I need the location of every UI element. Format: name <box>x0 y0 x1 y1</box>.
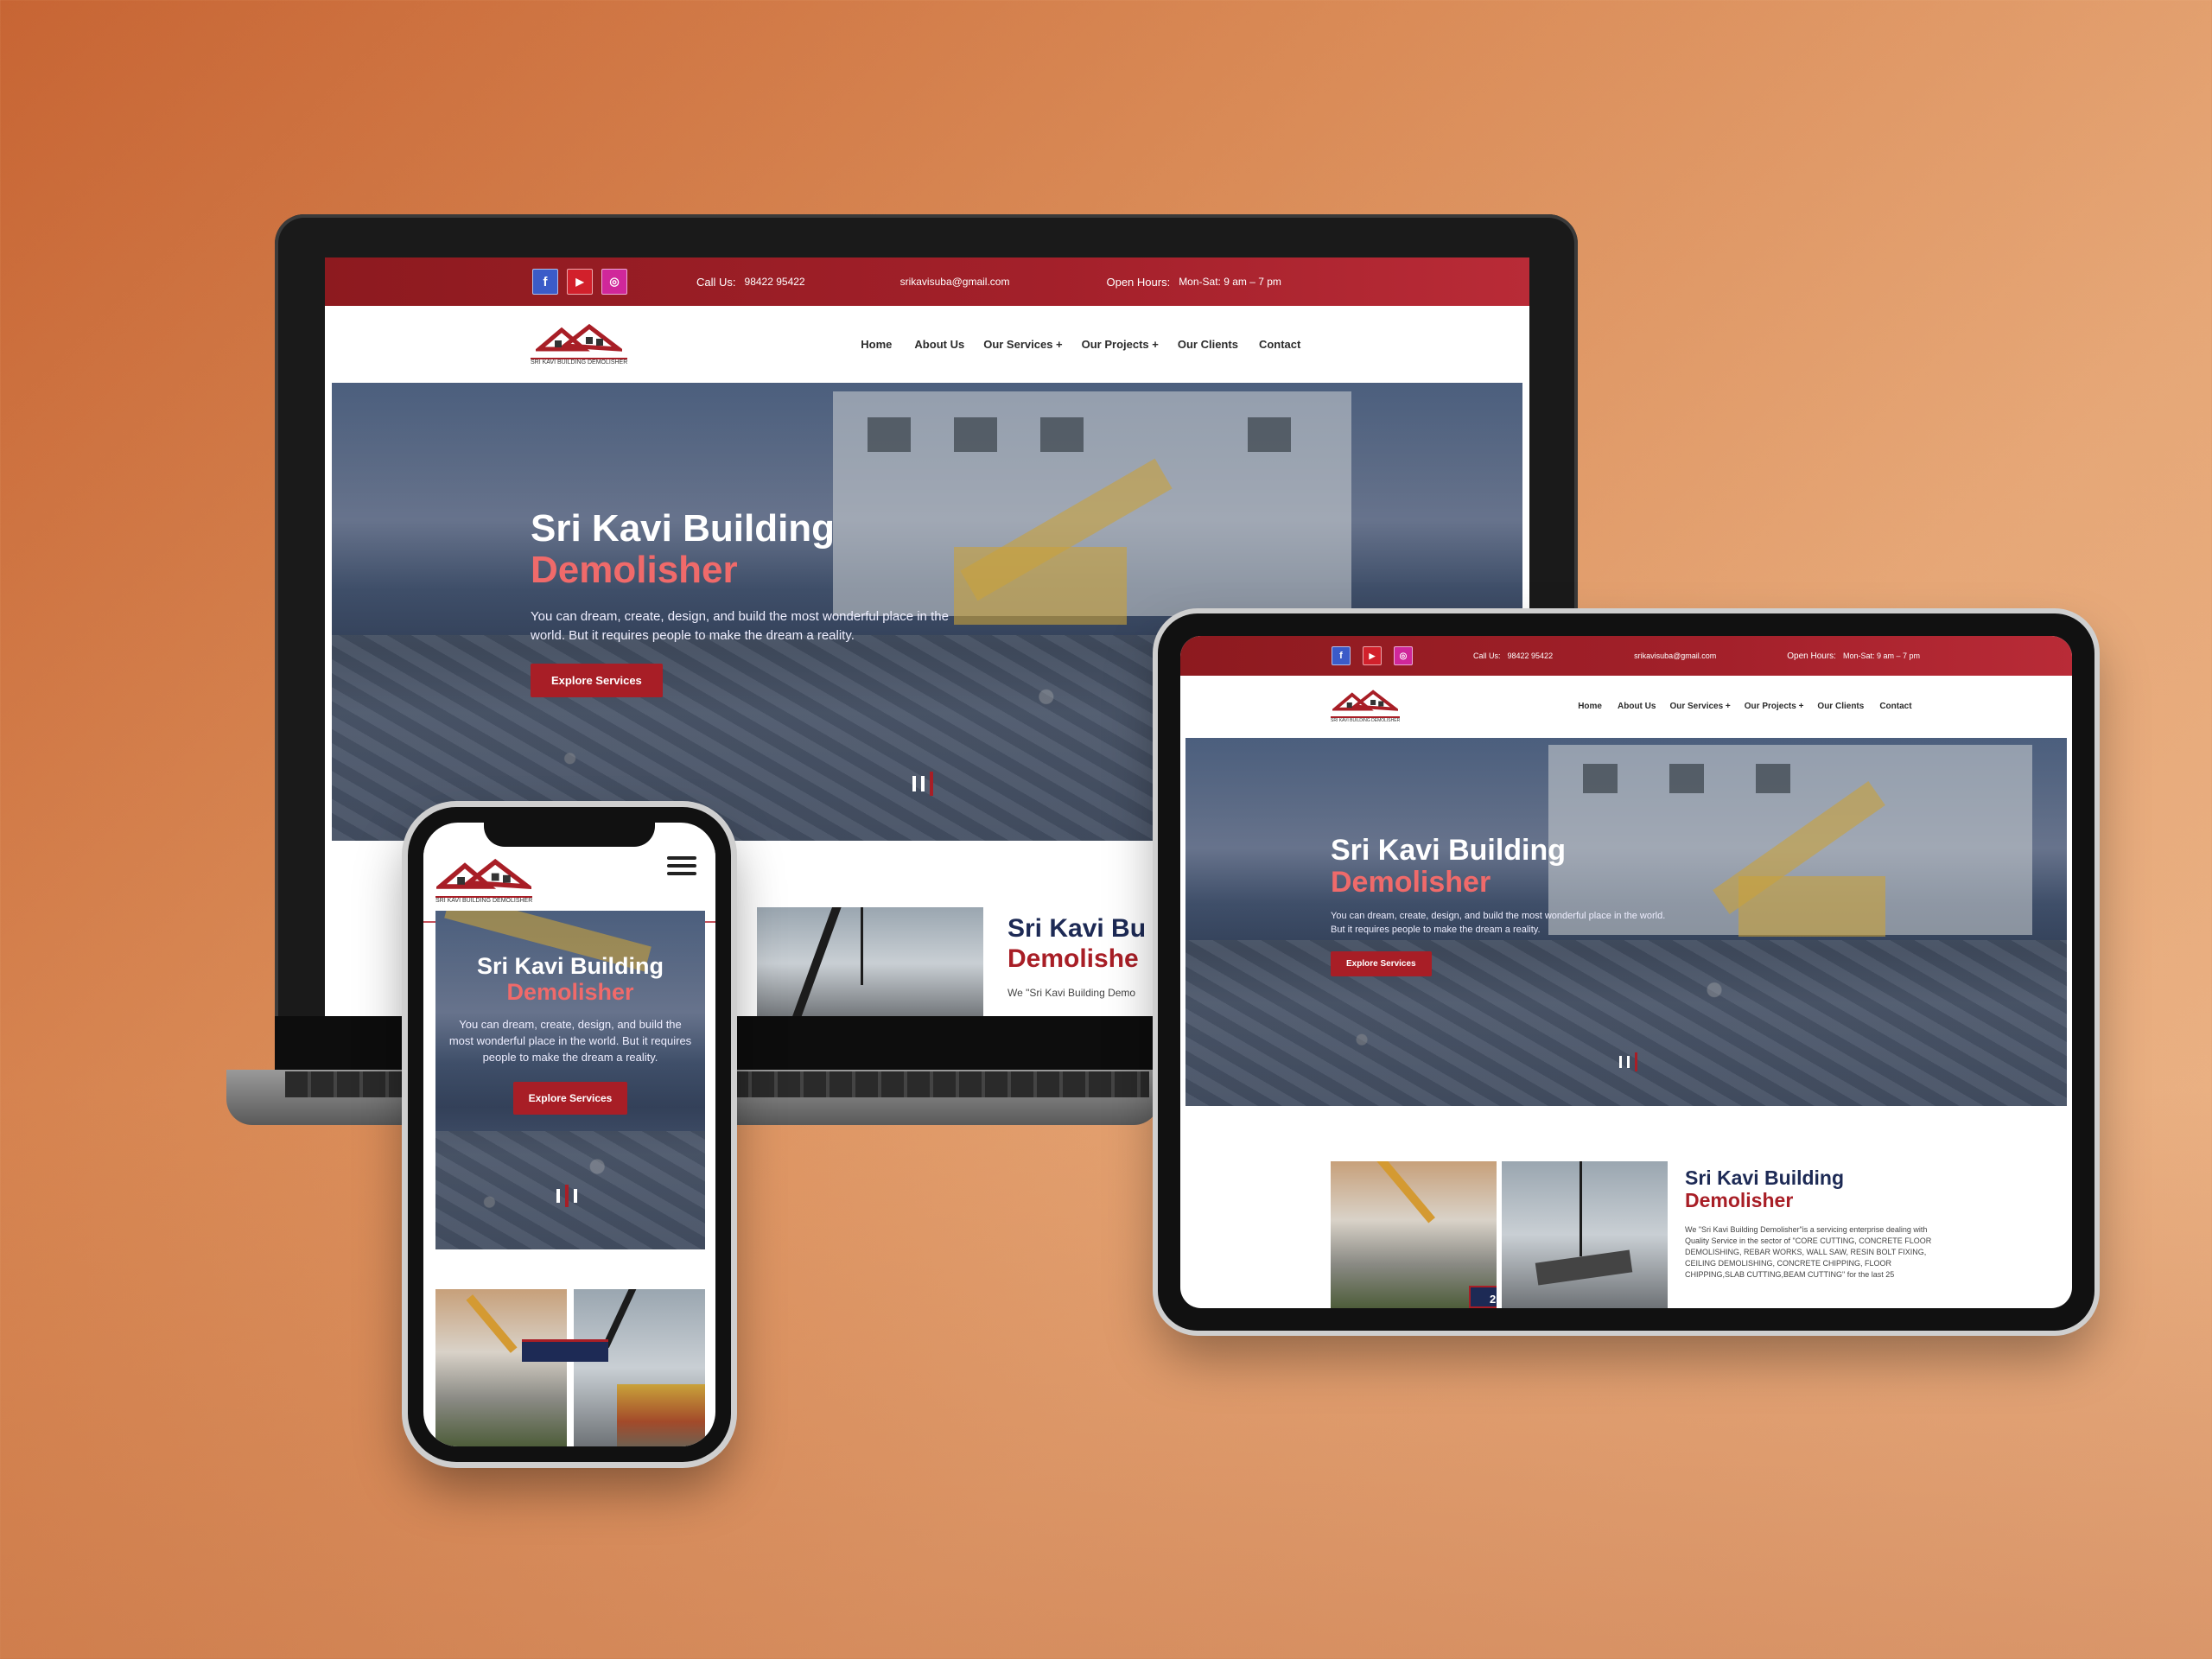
hours-label: Open Hours: <box>1787 651 1836 661</box>
nav-home[interactable]: Home <box>861 338 892 351</box>
nav-contact[interactable]: Contact <box>1879 702 1911 711</box>
hero-text: You can dream, create, design, and build… <box>448 1018 692 1065</box>
house-logo-icon <box>1332 690 1399 711</box>
youtube-icon[interactable]: ▶ <box>1363 646 1382 665</box>
about-title-highlight: Demolisher <box>1685 1189 1794 1212</box>
facebook-icon[interactable]: f <box>1332 646 1351 665</box>
email-link[interactable]: srikavisuba@gmail.com <box>1634 652 1716 660</box>
hours-label: Open Hours: <box>1106 275 1171 289</box>
hero-title: Sri Kavi Building <box>1331 834 1567 867</box>
hero-content: Sri Kavi Building Demolisher You can dre… <box>1331 834 1676 976</box>
hamburger-menu-icon[interactable] <box>667 855 697 880</box>
house-logo-icon <box>436 858 532 889</box>
site-logo[interactable]: SRI KAVI BUILDING DEMOLISHER <box>531 323 628 365</box>
phone-number[interactable]: 98422 95422 <box>1508 652 1554 660</box>
pause-icon[interactable] <box>1619 1052 1637 1071</box>
about-text: We "Sri Kavi Building Demo <box>1007 987 1136 999</box>
hours-value: Mon-Sat: 9 am – 7 pm <box>1179 276 1281 288</box>
about-photo-demolition: 25+ <box>1331 1161 1497 1308</box>
house-logo-icon <box>536 323 623 352</box>
logo-caption: SRI KAVI BUILDING DEMOLISHER <box>1331 716 1401 723</box>
hero-banner: Sri Kavi Building Demolisher You can dre… <box>435 911 705 1249</box>
experience-badge <box>522 1339 608 1362</box>
about-photo-crane <box>1502 1161 1668 1308</box>
nav-projects[interactable]: Our Projects + <box>1745 702 1804 711</box>
email-link[interactable]: srikavisuba@gmail.com <box>900 276 1010 288</box>
logo-caption: SRI KAVI BUILDING DEMOLISHER <box>435 895 533 904</box>
about-heading: Sri Kavi Bu Demolishe We "Sri Kavi Build… <box>1007 914 1146 1001</box>
nav-home[interactable]: Home <box>1578 702 1602 711</box>
about-photo-demolition <box>435 1289 567 1446</box>
hero-title: Sri Kavi Building <box>531 507 836 550</box>
youtube-icon[interactable]: ▶ <box>567 269 593 295</box>
top-bar: f ▶ ◎ Call Us: 98422 95422 srikavisuba@g… <box>1180 636 2072 676</box>
hero-text: You can dream, create, design, and build… <box>531 608 949 643</box>
nav-contact[interactable]: Contact <box>1259 338 1300 351</box>
hero-banner: Sri Kavi Building Demolisher You can dre… <box>1185 738 2067 1106</box>
hero-title: Sri Kavi Building <box>476 953 664 979</box>
about-heading: Sri Kavi Building Demolisher We "Sri Kav… <box>1685 1166 1936 1281</box>
instagram-icon[interactable]: ◎ <box>601 269 627 295</box>
experience-badge: 25+ <box>1469 1286 1497 1308</box>
about-title-highlight: Demolishe <box>1007 944 1139 973</box>
about-photo-crane <box>574 1289 705 1446</box>
hero-title-highlight: Demolisher <box>531 549 738 592</box>
top-bar: f ▶ ◎ Call Us: 98422 95422 srikavisuba@g… <box>325 257 1529 306</box>
about-title: Sri Kavi Building <box>1685 1166 1845 1189</box>
nav-about[interactable]: About Us <box>1618 702 1656 711</box>
call-label: Call Us: <box>696 275 736 289</box>
facebook-icon[interactable]: f <box>532 269 558 295</box>
call-label: Call Us: <box>1473 652 1501 660</box>
hero-content: Sri Kavi Building Demolisher You can dre… <box>435 953 705 1115</box>
explore-services-button[interactable]: Explore Services <box>512 1081 628 1115</box>
nav-about[interactable]: About Us <box>914 338 964 351</box>
logo-caption: SRI KAVI BUILDING DEMOLISHER <box>531 357 628 365</box>
site-logo[interactable]: SRI KAVI BUILDING DEMOLISHER <box>1331 689 1401 723</box>
pause-icon[interactable] <box>556 1185 577 1207</box>
nav-bar: SRI KAVI BUILDING DEMOLISHER Home About … <box>1180 676 2072 736</box>
nav-clients[interactable]: Our Clients <box>1817 702 1864 711</box>
nav-projects[interactable]: Our Projects + <box>1082 338 1159 351</box>
nav-clients[interactable]: Our Clients <box>1178 338 1238 351</box>
phone-notch <box>484 823 655 847</box>
phone-screen: SRI KAVI BUILDING DEMOLISHER Sri Kavi Bu… <box>423 823 715 1446</box>
explore-services-button[interactable]: Explore Services <box>1331 950 1432 976</box>
pause-icon[interactable] <box>912 772 933 796</box>
hero-text: You can dream, create, design, and build… <box>1331 910 1666 935</box>
tablet-screen: f ▶ ◎ Call Us: 98422 95422 srikavisuba@g… <box>1180 636 2072 1308</box>
about-photo-crane <box>757 907 983 1016</box>
nav-services[interactable]: Our Services + <box>1669 702 1730 711</box>
about-title: Sri Kavi Bu <box>1007 914 1147 943</box>
explore-services-button[interactable]: Explore Services <box>531 664 663 698</box>
hero-title-highlight: Demolisher <box>506 978 634 1005</box>
hero-title-highlight: Demolisher <box>1331 866 1491 899</box>
nav-bar: SRI KAVI BUILDING DEMOLISHER Home About … <box>325 306 1529 382</box>
phone-number[interactable]: 98422 95422 <box>745 276 805 288</box>
hero-content: Sri Kavi Building Demolisher You can dre… <box>531 507 980 698</box>
hours-value: Mon-Sat: 9 am – 7 pm <box>1842 652 1920 660</box>
nav-services[interactable]: Our Services + <box>983 338 1062 351</box>
instagram-icon[interactable]: ◎ <box>1394 646 1413 665</box>
about-text: We "Sri Kavi Building Demolisher"is a se… <box>1685 1224 1932 1280</box>
site-logo[interactable]: SRI KAVI BUILDING DEMOLISHER <box>435 858 533 904</box>
